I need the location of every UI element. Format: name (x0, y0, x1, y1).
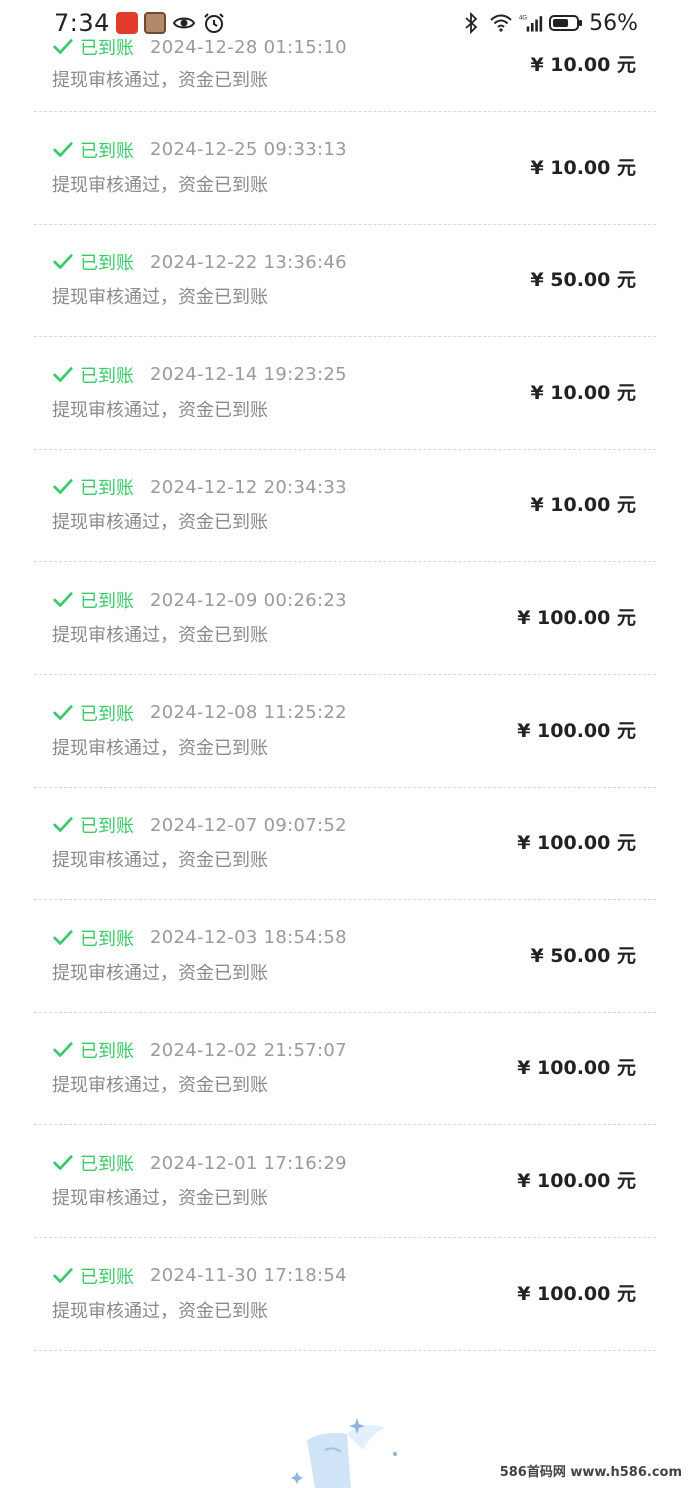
record-description: 提现审核通过，资金已到账 (52, 962, 268, 984)
record-datetime: 2024-12-01 17:16:29 (150, 1152, 347, 1174)
record-header: 已到账 2024-11-30 17:18:54 (52, 1263, 347, 1289)
withdrawal-record-row[interactable]: 已到账 2024-12-14 19:23:25 提现审核通过，资金已到账 ¥ 10.0… (34, 338, 656, 450)
record-description: 提现审核通过，资金已到账 (52, 1075, 268, 1097)
record-datetime: 2024-12-12 20:34:33 (150, 476, 347, 498)
record-header: 已到账 2024-12-08 11:25:22 (52, 700, 347, 726)
record-amount: ¥ 50.00 元 (530, 944, 636, 967)
alarm-icon (204, 13, 224, 33)
check-icon (53, 1155, 73, 1170)
record-status: 已到账 (80, 703, 134, 725)
withdrawal-record-row[interactable]: 已到账 2024-12-22 13:36:46 提现审核通过，资金已到账 ¥ 50.0… (34, 225, 656, 338)
record-header: 已到账 2024-12-07 09:07:52 (52, 812, 347, 838)
record-status: 已到账 (80, 1041, 134, 1063)
withdrawal-record-row[interactable]: 已到账 2024-12-03 18:54:58 提现审核通过，资金已到账 ¥ 50.0… (34, 901, 656, 1013)
record-description: 提现审核通过，资金已到账 (52, 1300, 268, 1322)
withdrawal-record-row[interactable]: 已到账 2024-12-02 21:57:07 提现审核通过，资金已到账 ¥ 100.… (34, 1013, 656, 1126)
record-amount: ¥ 100.00 元 (517, 607, 636, 629)
record-status: 已到账 (80, 365, 134, 387)
status-time: 7:34 (54, 9, 110, 37)
check-icon (53, 592, 73, 607)
avatar-notification-icon (143, 12, 166, 34)
check-icon (53, 1042, 73, 1058)
watermark-text: 586首码网 www.h586.com (497, 1461, 684, 1480)
record-datetime: 2024-12-02 21:57:07 (150, 1039, 347, 1061)
withdrawal-record-row[interactable]: 已到账 2024-11-30 17:18:54 提现审核通过，资金已到账 ¥ 100.… (34, 1239, 656, 1351)
check-icon (53, 704, 73, 720)
record-header: 已到账 2024-12-09 00:26:23 (52, 587, 347, 613)
check-icon (53, 367, 73, 382)
record-status: 已到账 (80, 478, 134, 500)
wifi-icon (490, 14, 512, 32)
check-icon (53, 254, 73, 270)
withdrawal-record-row[interactable]: 已到账 2024-12-25 09:33:13 提现审核通过，资金已到账 ¥ 10.0… (34, 113, 656, 225)
record-amount: ¥ 50.00 元 (530, 269, 636, 292)
record-description: 提现审核通过，资金已到账 (52, 625, 268, 646)
withdrawal-record-row[interactable]: 已到账 2024-12-07 09:07:52 提现审核通过，资金已到账 ¥ 100.… (34, 788, 656, 901)
record-datetime: 2024-12-09 00:26:23 (150, 589, 347, 611)
record-amount: ¥ 100.00 元 (517, 1057, 636, 1080)
record-header: 已到账 2024-12-03 18:54:58 (52, 925, 347, 951)
withdrawal-record-row[interactable]: 已到账 2024-12-08 11:25:22 提现审核通过，资金已到账 ¥ 100.… (34, 676, 656, 788)
record-status: 已到账 (80, 928, 134, 950)
record-amount: ¥ 10.00 元 (530, 494, 636, 517)
record-amount: ¥ 100.00 元 (517, 1170, 636, 1192)
status-bar-right: 4G 56% (459, 11, 638, 36)
record-datetime: 2024-12-08 11:25:22 (150, 702, 347, 724)
record-amount: ¥ 10.00 元 (530, 156, 636, 179)
record-status: 已到账 (80, 1266, 134, 1288)
record-description: 提现审核通过，资金已到账 (52, 287, 268, 309)
withdrawal-record-row[interactable]: 已到账 2024-12-12 20:34:33 提现审核通过，资金已到账 ¥ 10.0… (34, 450, 656, 563)
record-datetime: 2024-12-22 13:36:46 (150, 251, 347, 273)
record-status: 已到账 (80, 1154, 134, 1175)
record-description: 提现审核通过，资金已到账 (52, 512, 268, 534)
record-amount: ¥ 100.00 元 (517, 832, 636, 855)
record-header: 已到账 2024-12-12 20:34:33 (52, 474, 347, 500)
battery-icon (549, 15, 583, 31)
bluetooth-icon (465, 11, 478, 35)
record-amount: ¥ 10.00 元 (530, 54, 636, 76)
record-datetime: 2024-12-14 19:23:25 (150, 364, 347, 386)
check-icon (53, 930, 73, 945)
record-header: 已到账 2024-12-25 09:33:13 (52, 137, 347, 163)
record-datetime: 2024-12-07 09:07:52 (150, 814, 347, 836)
record-datetime: 2024-12-25 09:33:13 (150, 139, 347, 161)
record-amount: ¥ 10.00 元 (530, 381, 636, 404)
check-icon (53, 479, 73, 495)
record-datetime: 2024-11-30 17:18:54 (150, 1265, 347, 1287)
record-header: 已到账 2024-12-14 19:23:25 (52, 362, 347, 388)
record-header: 已到账 2024-12-02 21:57:07 (52, 1037, 347, 1063)
record-datetime: 2024-12-03 18:54:58 (150, 927, 347, 949)
signal-icon: 4G (519, 16, 543, 32)
record-status: 已到账 (80, 140, 134, 162)
status-bar-left: 7:34 (54, 9, 226, 37)
record-description: 提现审核通过，资金已到账 (52, 399, 268, 421)
check-icon (53, 1267, 73, 1283)
record-description: 提现审核通过，资金已到账 (52, 737, 268, 759)
record-description: 提现审核通过，资金已到账 (52, 850, 268, 872)
record-status: 已到账 (80, 253, 134, 275)
record-header: 已到账 2024-12-01 17:16:29 (52, 1150, 347, 1176)
withdrawal-record-row[interactable]: 已到账 2024-12-09 00:26:23 提现审核通过，资金已到账 ¥ 100.… (34, 563, 656, 675)
record-description: 提现审核通过，资金已到账 (52, 70, 268, 91)
withdrawal-history-screen: 已到账 2024-12-28 01:15:10 提现审核通过，资金已到账 ¥ 10.0… (0, 0, 690, 1488)
check-icon (53, 141, 73, 157)
eye-icon (172, 17, 196, 29)
app-notification-icon (115, 12, 138, 34)
battery-percent: 56% (589, 10, 638, 36)
record-status: 已到账 (80, 591, 134, 612)
record-description: 提现审核通过，资金已到账 (52, 1188, 268, 1209)
record-amount: ¥ 100.00 元 (517, 1282, 636, 1305)
status-bar: 7:34 4G 56% (0, 0, 690, 46)
empty-end-illustration (291, 1418, 397, 1488)
withdrawal-record-row[interactable]: 已到账 2024-12-01 17:16:29 提现审核通过，资金已到账 ¥ 100.… (34, 1126, 656, 1238)
check-icon (53, 817, 73, 833)
network-type-label: 4G (519, 16, 527, 22)
record-header: 已到账 2024-12-22 13:36:46 (52, 249, 347, 275)
record-amount: ¥ 100.00 元 (517, 719, 636, 742)
record-description: 提现审核通过，资金已到账 (52, 174, 268, 196)
record-status: 已到账 (80, 816, 134, 838)
